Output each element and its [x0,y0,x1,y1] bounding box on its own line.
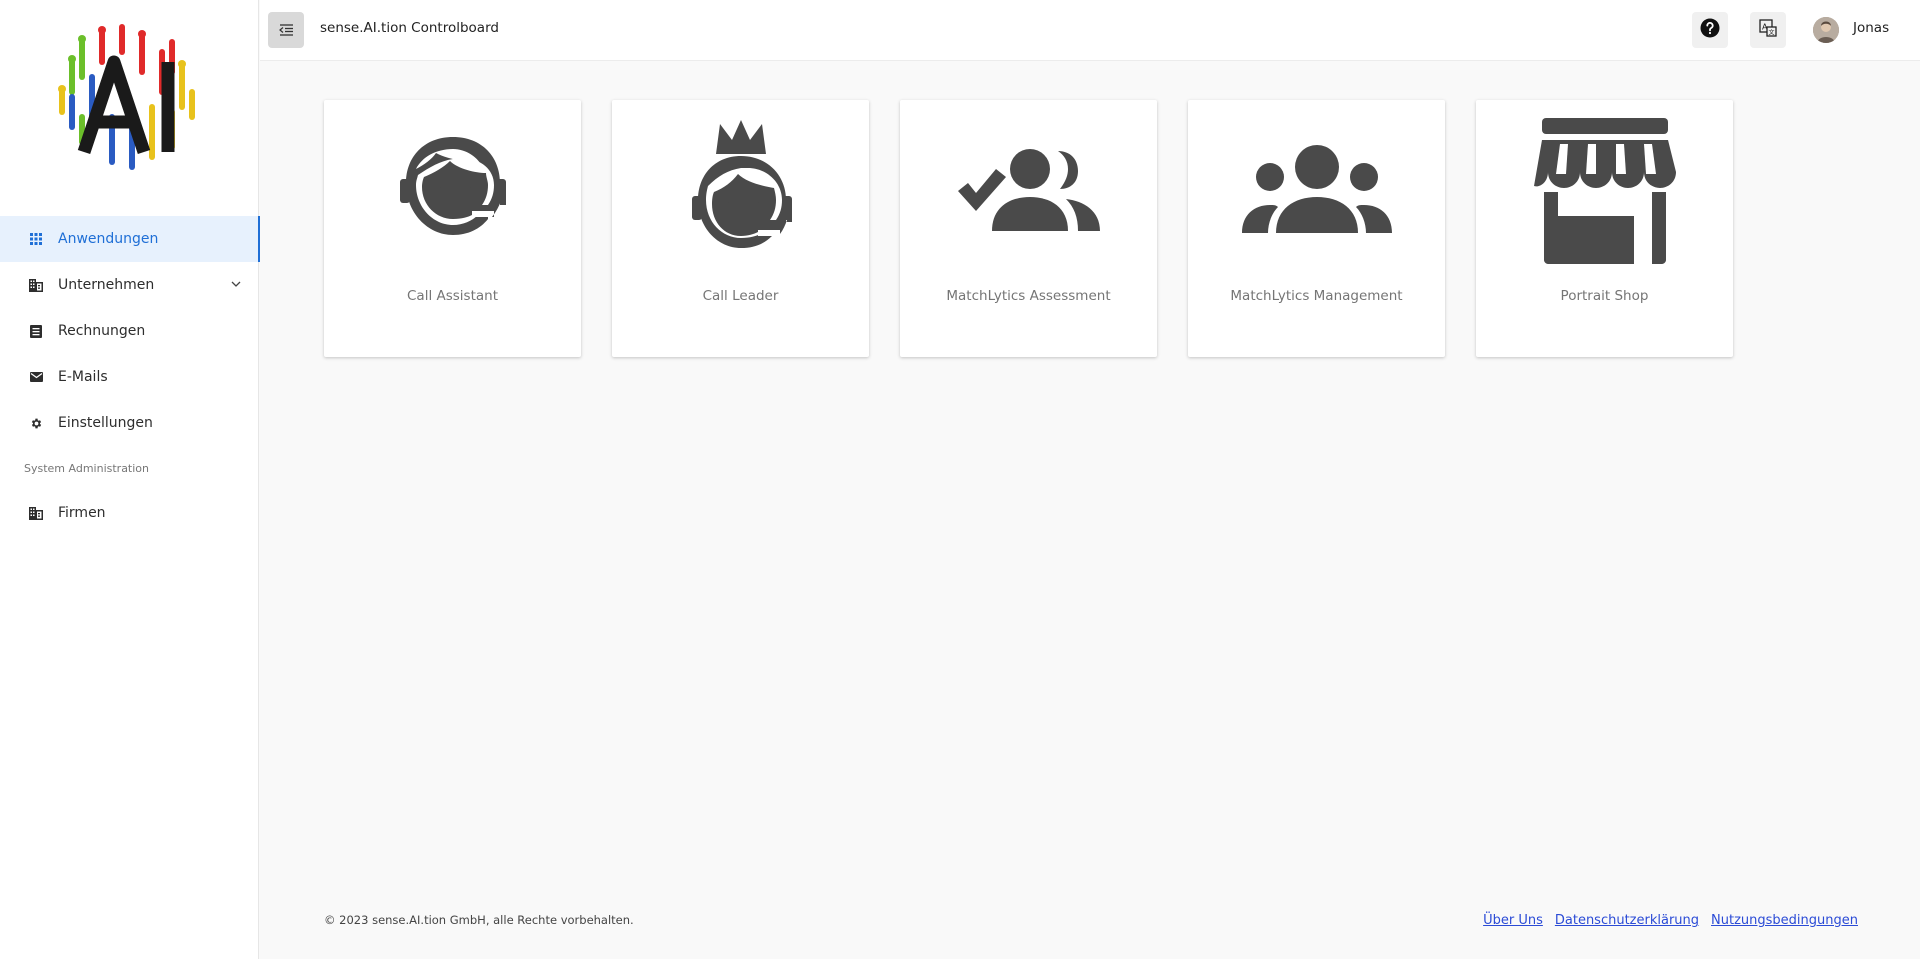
sidebar-section-label: System Administration [24,461,150,475]
app-title: sense.AI.tion Controlboard [320,20,499,36]
app-card-label: Call Leader [702,288,779,304]
sidebar-item-label: Einstellungen [58,415,153,431]
sidebar-item-label: Anwendungen [58,231,159,247]
group-check-icon [949,116,1109,266]
sidebar-toggle-button[interactable] [268,12,304,48]
app-card-call-assistant[interactable]: Call Assistant [324,100,581,357]
help-button[interactable] [1692,12,1728,48]
building-icon [28,277,44,293]
app-grid: Call Assistant Call Leader MatchLytics A… [324,100,1764,357]
mail-icon [28,369,44,385]
app-card-label: Portrait Shop [1560,288,1649,304]
app-card-matchlytics-assessment[interactable]: MatchLytics Assessment [900,100,1157,357]
sidebar-item-rechnungen[interactable]: Rechnungen [0,308,259,354]
avatar[interactable] [1813,17,1839,43]
chevron-down-icon[interactable] [229,277,243,291]
receipt-icon [28,323,44,339]
sidebar-item-einstellungen[interactable]: Einstellungen [0,400,259,446]
footer-link-about[interactable]: Über Uns [1483,913,1543,928]
copyright-text: © 2023 sense.AI.tion GmbH, alle Rechte v… [324,913,634,927]
app-card-matchlytics-management[interactable]: MatchLytics Management [1188,100,1445,357]
sidebar-item-anwendungen[interactable]: Anwendungen [0,216,260,262]
sidebar-item-label: Unternehmen [58,277,155,293]
footer-links: Über Uns Datenschutzerklärung Nutzungsbe… [1483,913,1858,928]
sidebar-item-emails[interactable]: E-Mails [0,354,259,400]
menu-collapse-icon [278,21,294,40]
crowned-agent-icon [661,116,821,266]
sidebar-item-unternehmen[interactable]: Unternehmen [0,262,259,308]
user-name[interactable]: Jonas [1853,20,1889,36]
gear-icon [28,415,44,431]
sidebar: Anwendungen Unternehmen Rechnungen E-Mai… [0,0,260,959]
grid-icon [28,231,44,247]
building-icon [28,505,44,521]
app-card-label: MatchLytics Management [1230,288,1403,304]
translate-icon: A文 [1759,19,1777,41]
group-icon [1237,116,1397,266]
app-card-portrait-shop[interactable]: Portrait Shop [1476,100,1733,357]
storefront-icon [1525,116,1685,266]
main-content: Call Assistant Call Leader MatchLytics A… [260,62,1920,959]
help-icon [1700,18,1720,42]
app-card-call-leader[interactable]: Call Leader [612,100,869,357]
app-card-label: Call Assistant [407,288,498,304]
translate-button[interactable]: A文 [1750,12,1786,48]
sidebar-nav: Anwendungen Unternehmen Rechnungen E-Mai… [0,216,260,536]
sidebar-item-label: Firmen [58,505,106,521]
headset-agent-icon [373,116,533,266]
sidebar-item-label: E-Mails [58,369,108,385]
footer-link-terms[interactable]: Nutzungsbedingungen [1711,913,1858,928]
sidebar-item-label: Rechnungen [58,323,146,339]
footer-link-privacy[interactable]: Datenschutzerklärung [1555,913,1699,928]
app-card-label: MatchLytics Assessment [946,288,1111,304]
sidebar-item-firmen[interactable]: Firmen [0,490,259,536]
company-logo[interactable] [50,22,210,177]
top-bar: sense.AI.tion Controlboard A文 Jonas [260,0,1920,61]
svg-text:文: 文 [1769,29,1775,37]
